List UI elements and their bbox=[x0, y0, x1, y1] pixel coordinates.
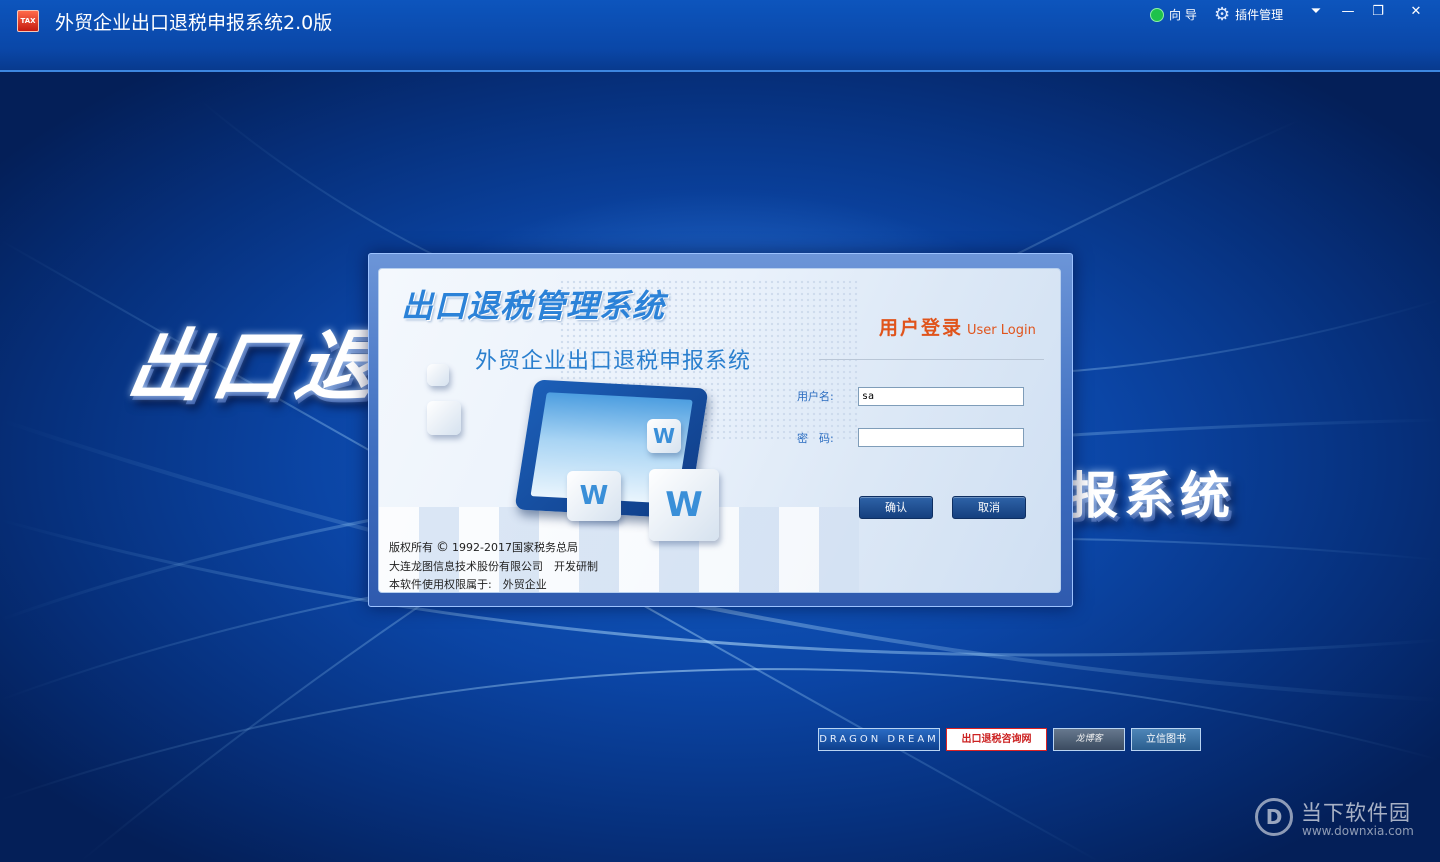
dragon-dream-logo[interactable]: DRAGON DREAM bbox=[818, 728, 940, 751]
w-cube-icon: W bbox=[649, 469, 719, 541]
w-cube-icon: W bbox=[647, 419, 681, 453]
cube-decoration bbox=[427, 364, 449, 386]
login-dialog: 出口退税管理系统 外贸企业出口退税申报系统 W W W 用户登录 User Log… bbox=[378, 268, 1061, 593]
watermark-text: 当下软件园 bbox=[1301, 801, 1411, 825]
system-title: 出口退税管理系统 bbox=[401, 287, 666, 325]
export-tax-refund-site-logo[interactable]: 出口退税咨询网 bbox=[946, 728, 1047, 751]
gear-icon: ⚙ bbox=[1214, 3, 1231, 25]
system-subtitle: 外贸企业出口退税申报系统 bbox=[475, 349, 752, 374]
lixin-books-logo[interactable]: 立信图书 bbox=[1131, 728, 1201, 751]
cancel-button[interactable]: 取消 bbox=[952, 496, 1026, 519]
menu-dropdown-button[interactable]: ⏷ bbox=[1303, 3, 1329, 21]
wizard-label: 向 导 bbox=[1169, 8, 1197, 22]
copyright-line-3: 本软件使用权限属于: 外贸企业 bbox=[389, 578, 547, 591]
confirm-button[interactable]: 确认 bbox=[859, 496, 933, 519]
copyright-symbol: © bbox=[436, 540, 449, 555]
plugin-manager-button[interactable]: ⚙ 插件管理 bbox=[1214, 3, 1284, 25]
copyright-line-1: 版权所有 © 1992-2017国家税务总局 bbox=[389, 539, 578, 555]
wizard-button[interactable]: 向 导 bbox=[1150, 6, 1197, 23]
login-title-en: User Login bbox=[967, 323, 1036, 338]
background-title-right: 报系统 bbox=[1068, 467, 1236, 525]
title-bar: TAX 外贸企业出口退税申报系统2.0版 向 导 ⚙ 插件管理 ⏷ — ❐ ✕ bbox=[0, 0, 1440, 72]
watermark-url: www.downxia.com bbox=[1302, 824, 1414, 838]
app-icon: TAX bbox=[17, 10, 39, 32]
background-title-left: 出口退 bbox=[120, 322, 389, 412]
password-label: 密 码: bbox=[797, 432, 834, 445]
copyright-line-2: 大连龙图信息技术股份有限公司 开发研制 bbox=[389, 560, 598, 573]
watermark-logo-icon: D bbox=[1255, 798, 1293, 836]
restore-button[interactable]: ❐ bbox=[1365, 3, 1391, 21]
long-blog-logo[interactable]: 龙博客 bbox=[1053, 728, 1125, 751]
copyright-suffix: 1992-2017国家税务总局 bbox=[452, 541, 578, 554]
cube-decoration bbox=[427, 401, 461, 435]
watermark: D 当下软件园 www.downxia.com bbox=[1255, 797, 1431, 843]
minimize-button[interactable]: — bbox=[1335, 3, 1361, 21]
close-button[interactable]: ✕ bbox=[1403, 3, 1429, 21]
plugin-manager-label: 插件管理 bbox=[1235, 8, 1284, 22]
login-title-cn: 用户登录 bbox=[879, 317, 964, 339]
password-input[interactable] bbox=[858, 428, 1024, 447]
copyright-prefix: 版权所有 bbox=[389, 541, 433, 554]
login-heading: 用户登录 User Login bbox=[879, 313, 1036, 340]
heading-divider bbox=[819, 359, 1044, 360]
window-title: 外贸企业出口退税申报系统2.0版 bbox=[55, 12, 333, 34]
username-label: 用户名: bbox=[797, 390, 834, 403]
w-cube-icon: W bbox=[567, 471, 621, 521]
wizard-icon bbox=[1150, 7, 1164, 22]
username-input[interactable] bbox=[858, 387, 1024, 406]
